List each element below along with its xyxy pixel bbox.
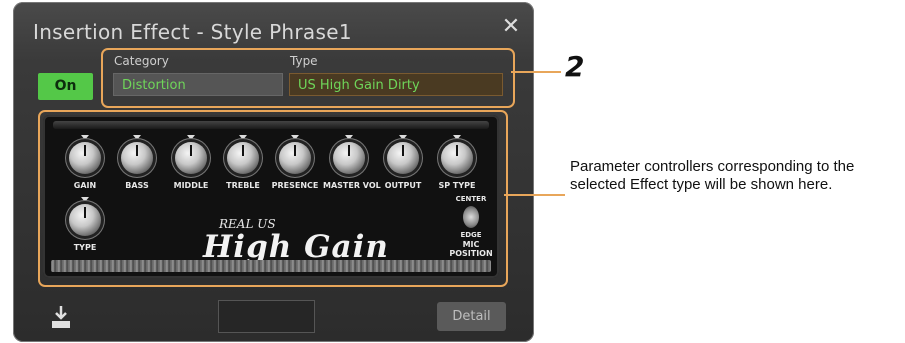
import-icon[interactable] bbox=[49, 304, 73, 330]
callout-number: 2 bbox=[565, 50, 585, 83]
amp-highlight bbox=[38, 110, 508, 287]
on-toggle-button[interactable]: On bbox=[38, 73, 93, 100]
insertion-effect-dialog: Insertion Effect - Style Phrase1 ✕ On Ca… bbox=[13, 2, 534, 342]
callout-line-2 bbox=[511, 71, 561, 73]
value-display-box bbox=[218, 300, 315, 333]
callout-description: Parameter controllers corresponding to t… bbox=[570, 158, 855, 193]
detail-button[interactable]: Detail bbox=[437, 302, 506, 331]
callout-line-params bbox=[504, 194, 565, 196]
dialog-title: Insertion Effect - Style Phrase1 bbox=[33, 20, 352, 44]
category-type-highlight bbox=[101, 48, 515, 108]
close-icon[interactable]: ✕ bbox=[498, 14, 524, 40]
